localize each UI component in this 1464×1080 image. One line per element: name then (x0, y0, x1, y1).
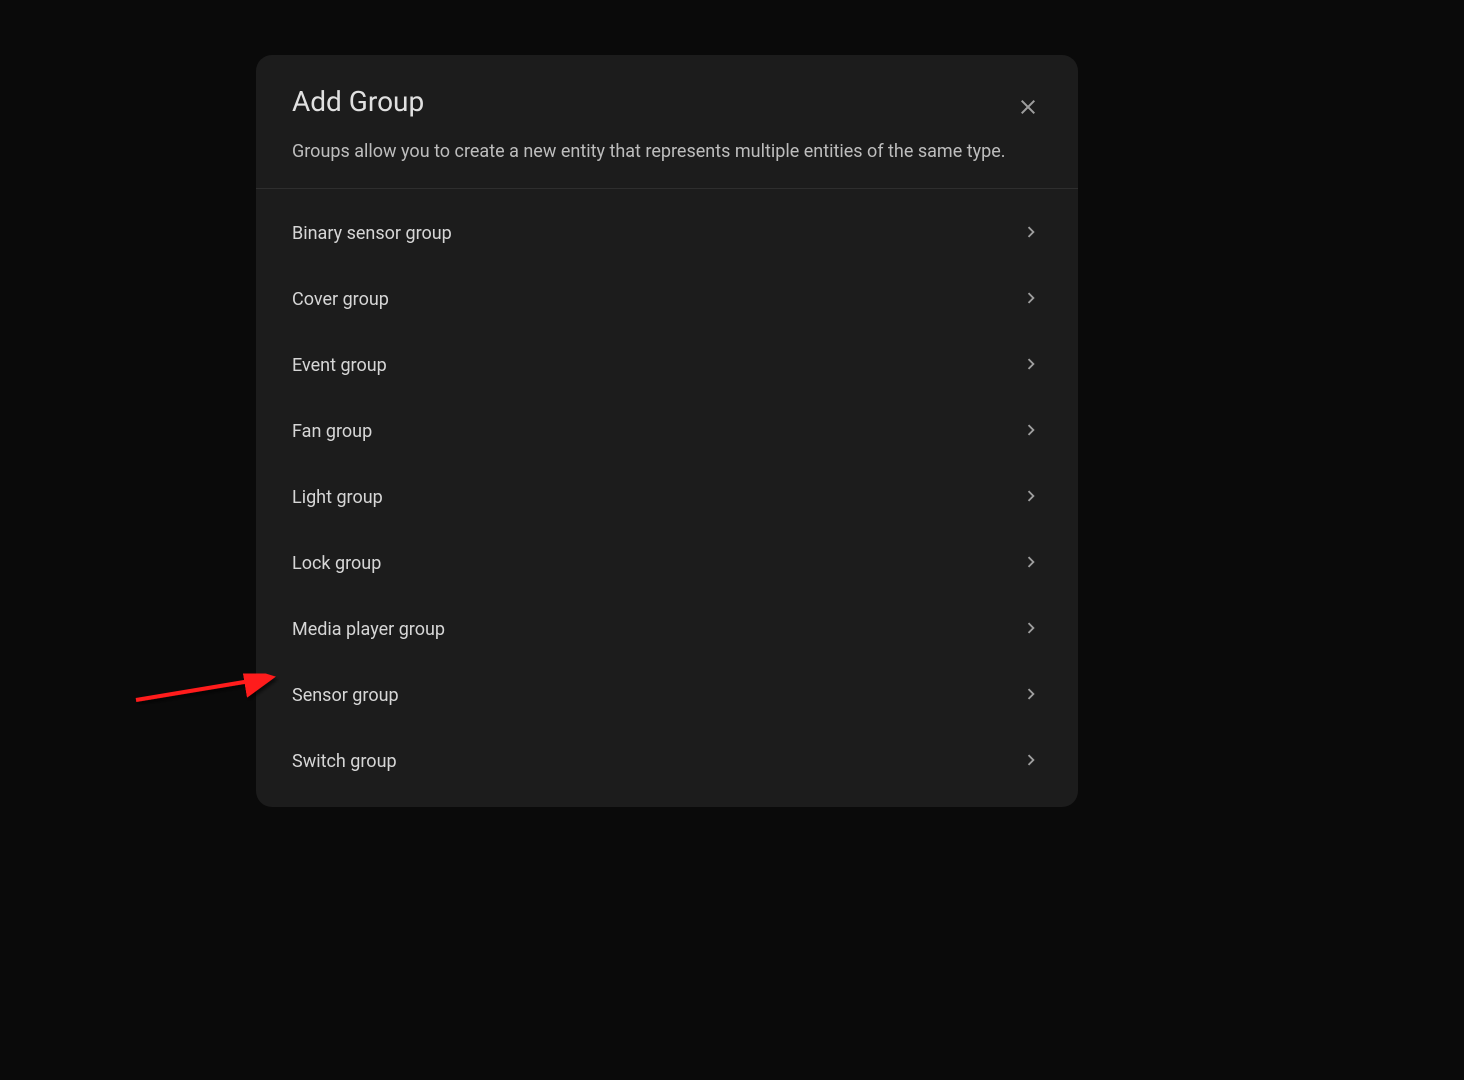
group-type-list: Binary sensor group Cover group Event gr… (256, 189, 1078, 807)
list-item-media-player-group[interactable]: Media player group (256, 597, 1078, 663)
list-item-sensor-group[interactable]: Sensor group (256, 663, 1078, 729)
list-item-switch-group[interactable]: Switch group (256, 729, 1078, 795)
dialog-description: Groups allow you to create a new entity … (292, 138, 1012, 166)
chevron-right-icon (1020, 287, 1042, 313)
dialog-title: Add Group (292, 85, 1042, 118)
list-item-label: Fan group (292, 421, 372, 442)
list-item-fan-group[interactable]: Fan group (256, 399, 1078, 465)
list-item-label: Switch group (292, 751, 397, 772)
close-icon (1016, 95, 1040, 119)
chevron-right-icon (1020, 551, 1042, 577)
list-item-label: Cover group (292, 289, 389, 310)
list-item-binary-sensor-group[interactable]: Binary sensor group (256, 201, 1078, 267)
chevron-right-icon (1020, 617, 1042, 643)
list-item-label: Event group (292, 355, 387, 376)
chevron-right-icon (1020, 419, 1042, 445)
chevron-right-icon (1020, 683, 1042, 709)
list-item-label: Light group (292, 487, 383, 508)
chevron-right-icon (1020, 353, 1042, 379)
list-item-label: Lock group (292, 553, 381, 574)
chevron-right-icon (1020, 485, 1042, 511)
list-item-light-group[interactable]: Light group (256, 465, 1078, 531)
list-item-cover-group[interactable]: Cover group (256, 267, 1078, 333)
list-item-lock-group[interactable]: Lock group (256, 531, 1078, 597)
add-group-dialog: Add Group Groups allow you to create a n… (256, 55, 1078, 807)
list-item-label: Binary sensor group (292, 223, 452, 244)
chevron-right-icon (1020, 221, 1042, 247)
chevron-right-icon (1020, 749, 1042, 775)
list-item-label: Sensor group (292, 685, 399, 706)
close-button[interactable] (1008, 87, 1048, 127)
list-item-label: Media player group (292, 619, 445, 640)
dialog-header: Add Group Groups allow you to create a n… (256, 55, 1078, 189)
list-item-event-group[interactable]: Event group (256, 333, 1078, 399)
